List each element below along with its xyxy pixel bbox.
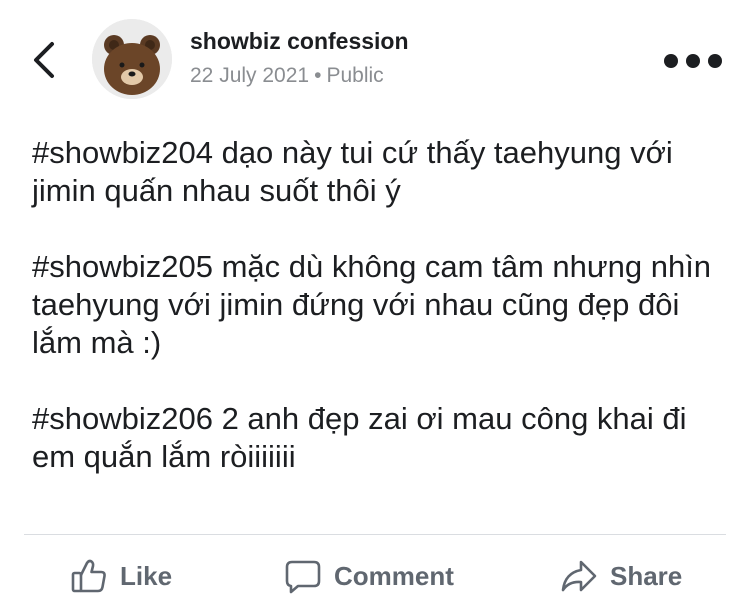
post-paragraph: #showbiz206 2 anh đẹp zai ơi mau công kh… bbox=[32, 401, 687, 474]
post-meta: 22 July 2021 • Public bbox=[190, 64, 384, 88]
post-paragraph: #showbiz204 dạo này tui cứ thấy taehyung… bbox=[32, 135, 673, 208]
chevron-left-icon[interactable] bbox=[28, 38, 64, 82]
author-name[interactable]: showbiz confession bbox=[190, 28, 409, 55]
comment-label: Comment bbox=[334, 560, 454, 591]
post-body: #showbiz204 dạo này tui cứ thấy taehyung… bbox=[32, 134, 732, 514]
like-button[interactable]: Like bbox=[70, 548, 172, 604]
visibility-label: Public bbox=[326, 64, 384, 87]
post-card: showbiz confession 22 July 2021 • Public #… bbox=[0, 0, 750, 616]
comment-icon bbox=[285, 560, 321, 594]
like-label: Like bbox=[120, 560, 173, 591]
divider bbox=[24, 534, 726, 535]
share-arrow-icon bbox=[561, 560, 597, 592]
thumbs-up-icon bbox=[71, 559, 106, 593]
share-button[interactable]: Share bbox=[560, 548, 682, 604]
brown-bear-avatar bbox=[92, 19, 172, 99]
more-horizontal-icon[interactable] bbox=[664, 50, 722, 72]
post-date[interactable]: 22 July 2021 bbox=[190, 64, 309, 87]
share-label: Share bbox=[610, 560, 683, 591]
post-paragraph: #showbiz205 mặc dù không cam tâm nhưng n… bbox=[32, 249, 712, 360]
action-bar: Like Comment Share bbox=[0, 548, 750, 604]
avatar[interactable] bbox=[92, 19, 172, 99]
comment-button[interactable]: Comment bbox=[284, 548, 454, 604]
meta-separator: • bbox=[314, 64, 322, 87]
